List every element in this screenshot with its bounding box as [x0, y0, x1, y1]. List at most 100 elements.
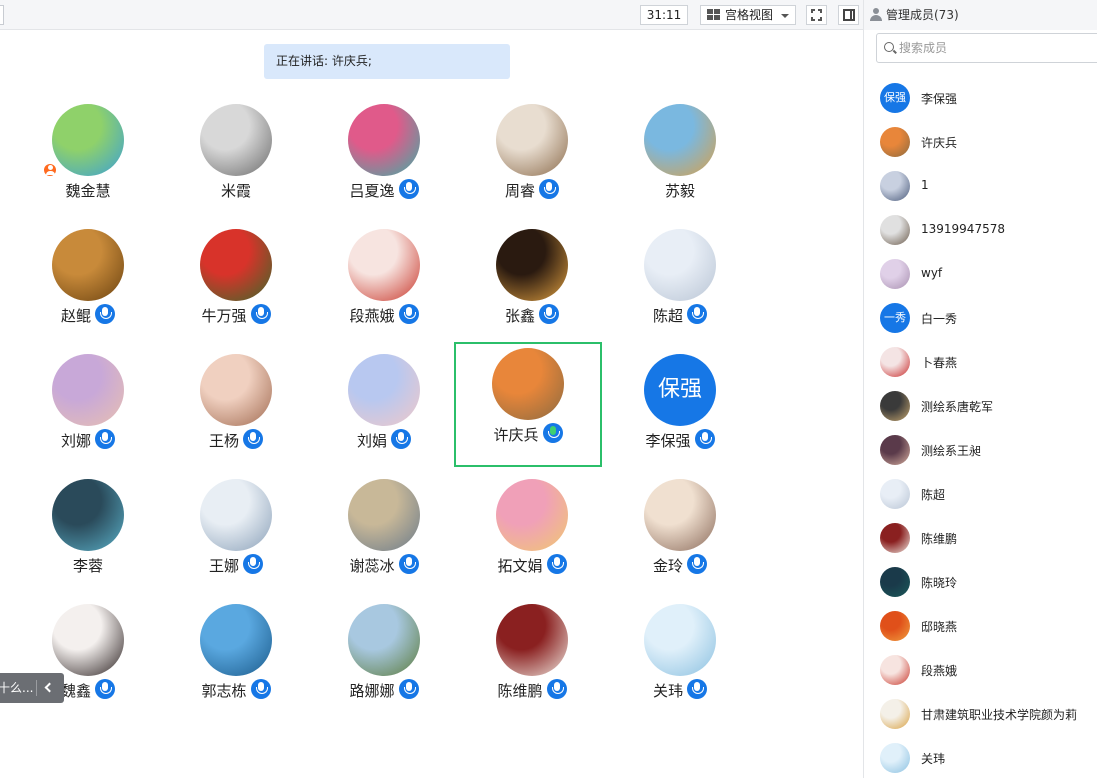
participant-name-row: 李保强 [606, 428, 754, 454]
participant-tile[interactable]: 陈超 [606, 221, 754, 346]
member-list-item[interactable]: 卜春燕 [880, 347, 1096, 379]
participant-tile[interactable]: 保强 李保强 [606, 346, 754, 471]
members-panel-header: 管理成员(73) [864, 0, 1097, 30]
participant-avatar [644, 604, 716, 676]
microphone-icon[interactable] [687, 303, 707, 324]
participant-tile[interactable]: 牛万强 [162, 221, 310, 346]
microphone-icon[interactable] [391, 428, 411, 449]
participant-tile[interactable]: 拓文娟 [458, 471, 606, 596]
participant-tile[interactable]: 吕夏逸 [310, 96, 458, 221]
participant-tile[interactable]: 张鑫 [458, 221, 606, 346]
participant-name: 魏金慧 [65, 182, 111, 200]
participant-avatar [496, 604, 568, 676]
fullscreen-button[interactable] [806, 5, 827, 25]
participant-tile[interactable]: 米霞 [162, 96, 310, 221]
search-icon [884, 42, 894, 52]
chat-preview-text: 十么... [0, 681, 34, 695]
member-list-item[interactable]: 邸晓燕 [880, 611, 1096, 643]
member-avatar [880, 567, 910, 597]
participant-tile[interactable]: 王杨 [162, 346, 310, 471]
microphone-icon[interactable] [539, 178, 559, 199]
toolbar-left-edge [0, 5, 4, 25]
microphone-icon[interactable] [398, 303, 419, 324]
microphone-icon[interactable] [243, 428, 263, 449]
member-name: 李保强 [921, 92, 958, 106]
member-avatar [880, 699, 910, 729]
microphone-icon[interactable] [546, 678, 567, 699]
participant-name: 陈维鹏 [497, 682, 543, 700]
microphone-icon[interactable] [243, 553, 263, 574]
search-placeholder: 搜索成员 [899, 41, 948, 55]
member-list-item[interactable]: 段燕娥 [880, 655, 1096, 687]
microphone-icon[interactable] [539, 303, 559, 324]
microphone-icon[interactable] [95, 303, 115, 324]
participant-name-row: 魏金慧 [14, 180, 162, 204]
participant-tile[interactable]: 刘娟 [310, 346, 458, 471]
member-list-item[interactable]: 13919947578 [880, 215, 1096, 247]
participant-tile[interactable]: 陈维鹏 [458, 596, 606, 721]
member-list-item[interactable]: 甘肃建筑职业技术学院颜为莉 [880, 699, 1096, 731]
member-name: 测绘系王昶 [921, 444, 982, 458]
microphone-icon[interactable] [398, 553, 419, 574]
microphone-icon[interactable] [95, 428, 115, 449]
participant-tile[interactable]: 段燕娥 [310, 221, 458, 346]
member-list-item[interactable]: 保强 李保强 [880, 83, 1096, 115]
member-list-item[interactable]: 一秀 白一秀 [880, 303, 1096, 335]
participant-name-row: 米霞 [162, 180, 310, 204]
participant-name: 苏毅 [664, 182, 695, 200]
participant-tile[interactable]: 李蓉 [14, 471, 162, 596]
microphone-icon[interactable] [687, 553, 707, 574]
member-list-item[interactable]: wyf [880, 259, 1096, 291]
microphone-icon[interactable] [687, 678, 707, 699]
participant-tile[interactable]: 郭志栋 [162, 596, 310, 721]
member-list-item[interactable]: 测绘系王昶 [880, 435, 1096, 467]
microphone-icon[interactable] [694, 428, 715, 449]
participant-name: 周睿 [504, 182, 535, 200]
chat-collapsed-tab[interactable]: 十么... [0, 673, 64, 703]
toggle-side-panel-button[interactable] [838, 5, 859, 25]
microphone-icon[interactable] [542, 422, 563, 443]
participant-name: 吕夏逸 [349, 182, 395, 200]
member-avatar: 一秀 [880, 303, 910, 333]
participant-tile[interactable]: 许庆兵 [454, 342, 602, 467]
view-mode-dropdown[interactable]: 宫格视图 [700, 5, 796, 25]
participant-name: 赵鲲 [60, 307, 91, 325]
member-list-item[interactable]: 陈超 [880, 479, 1096, 511]
member-name: 段燕娥 [921, 664, 958, 678]
member-avatar [880, 391, 910, 421]
participant-tile[interactable]: 关玮 [606, 596, 754, 721]
microphone-icon[interactable] [95, 678, 115, 699]
member-name: 关玮 [921, 752, 946, 766]
chevron-left-icon[interactable] [44, 682, 55, 693]
participant-tile[interactable]: 赵鲲 [14, 221, 162, 346]
participant-avatar [52, 604, 124, 676]
microphone-icon[interactable] [398, 678, 419, 699]
member-name: 陈维鹏 [921, 532, 958, 546]
participant-name: 路娜娜 [349, 682, 395, 700]
participant-tile[interactable]: 路娜娜 [310, 596, 458, 721]
participant-tile[interactable]: 刘娜 [14, 346, 162, 471]
member-list-item[interactable]: 1 [880, 171, 1096, 203]
view-mode-label: 宫格视图 [725, 8, 774, 22]
member-list-item[interactable]: 许庆兵 [880, 127, 1096, 159]
participant-name: 关玮 [652, 682, 683, 700]
member-search-input[interactable]: 搜索成员 [876, 33, 1097, 63]
participant-name-row: 刘娜 [14, 428, 162, 454]
participant-avatar [200, 229, 272, 301]
member-list-item[interactable]: 陈维鹏 [880, 523, 1096, 555]
microphone-icon[interactable] [398, 178, 419, 199]
participant-tile[interactable]: 王娜 [162, 471, 310, 596]
participant-tile[interactable]: 魏金慧 [14, 96, 162, 221]
member-list-item[interactable]: 测绘系唐乾军 [880, 391, 1096, 423]
participant-tile[interactable]: 谢蕊冰 [310, 471, 458, 596]
participant-avatar [496, 229, 568, 301]
member-list-item[interactable]: 关玮 [880, 743, 1096, 775]
microphone-icon[interactable] [250, 303, 271, 324]
participant-tile[interactable]: 苏毅 [606, 96, 754, 221]
microphone-icon[interactable] [546, 553, 567, 574]
microphone-icon[interactable] [250, 678, 271, 699]
participant-tile[interactable]: 周睿 [458, 96, 606, 221]
participant-tile[interactable]: 金玲 [606, 471, 754, 596]
fullscreen-icon [811, 9, 822, 21]
member-list-item[interactable]: 陈晓玲 [880, 567, 1096, 599]
